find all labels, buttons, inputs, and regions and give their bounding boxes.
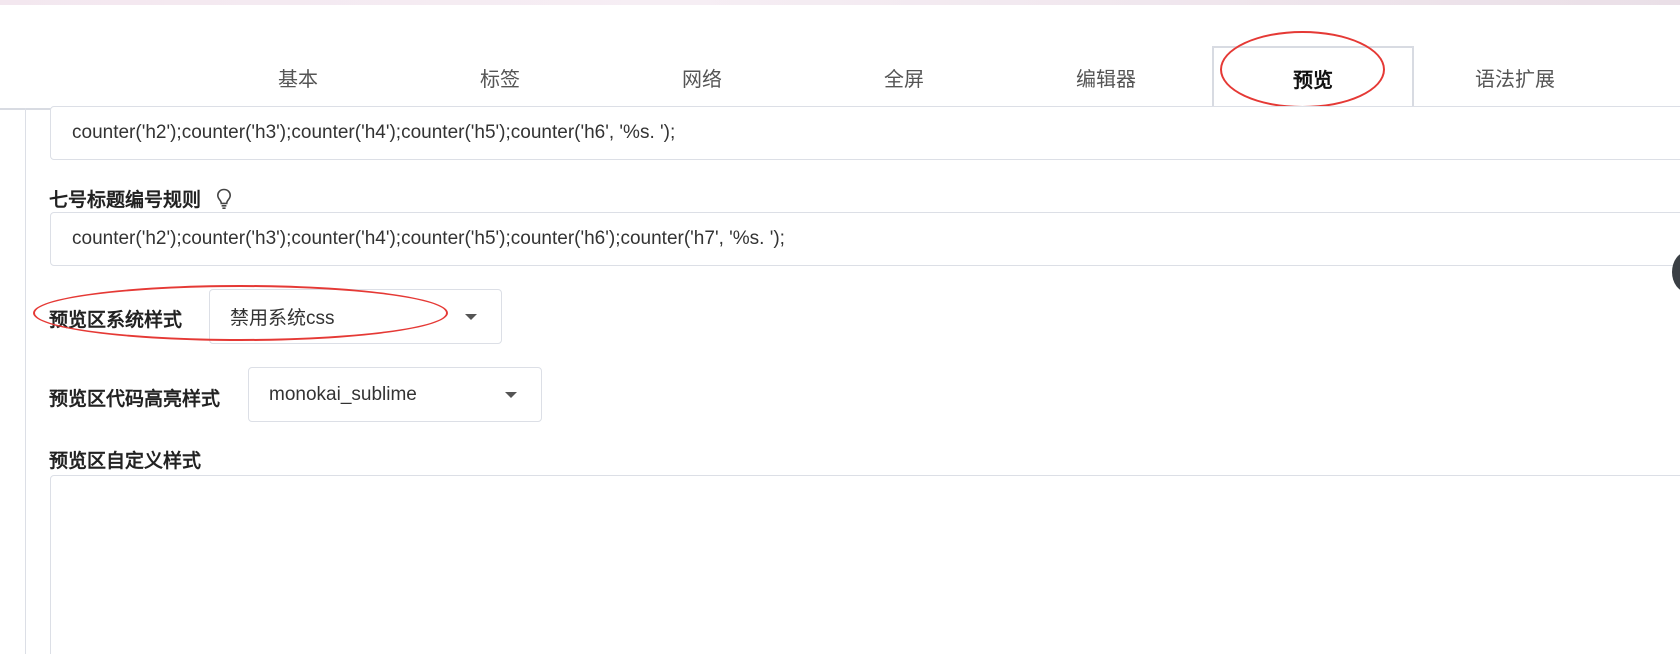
- tab-network[interactable]: 网络: [601, 46, 803, 109]
- tab-preview[interactable]: 预览: [1212, 46, 1414, 110]
- window-top-strip: [0, 0, 1680, 5]
- h7-numbering-rule-input[interactable]: counter('h2');counter('h3');counter('h4'…: [50, 212, 1680, 266]
- chevron-down-icon: [465, 314, 477, 320]
- code-highlight-style-select[interactable]: monokai_sublime: [248, 367, 542, 422]
- custom-style-textarea[interactable]: [50, 475, 1680, 654]
- code-highlight-style-label: 预览区代码高亮样式: [49, 388, 221, 410]
- system-style-select[interactable]: 禁用系统css: [209, 289, 502, 344]
- chevron-down-icon: [505, 392, 517, 398]
- h6-numbering-rule-input[interactable]: counter('h2');counter('h3');counter('h4'…: [50, 106, 1680, 160]
- code-highlight-selected-value: monokai_sublime: [269, 383, 417, 405]
- system-style-label: 预览区系统样式: [49, 309, 183, 331]
- tab-tags[interactable]: 标签: [399, 46, 601, 109]
- settings-page: 基本 标签 网络 全屏 编辑器 预览 语法扩展 counter('h2');co…: [0, 0, 1680, 654]
- tab-editor[interactable]: 编辑器: [1005, 46, 1207, 109]
- tab-syntax-extension[interactable]: 语法扩展: [1414, 46, 1616, 109]
- custom-style-label: 预览区自定义样式: [49, 450, 202, 472]
- tab-basic[interactable]: 基本: [197, 46, 399, 109]
- system-style-selected-value: 禁用系统css: [230, 308, 335, 329]
- h7-numbering-rule-label: 七号标题编号规则: [49, 189, 202, 211]
- settings-tabbar: 基本 标签 网络 全屏 编辑器 预览 语法扩展: [0, 46, 1680, 110]
- content-left-border: [25, 108, 26, 654]
- lightbulb-icon[interactable]: [216, 188, 232, 210]
- tab-fullscreen[interactable]: 全屏: [803, 46, 1005, 109]
